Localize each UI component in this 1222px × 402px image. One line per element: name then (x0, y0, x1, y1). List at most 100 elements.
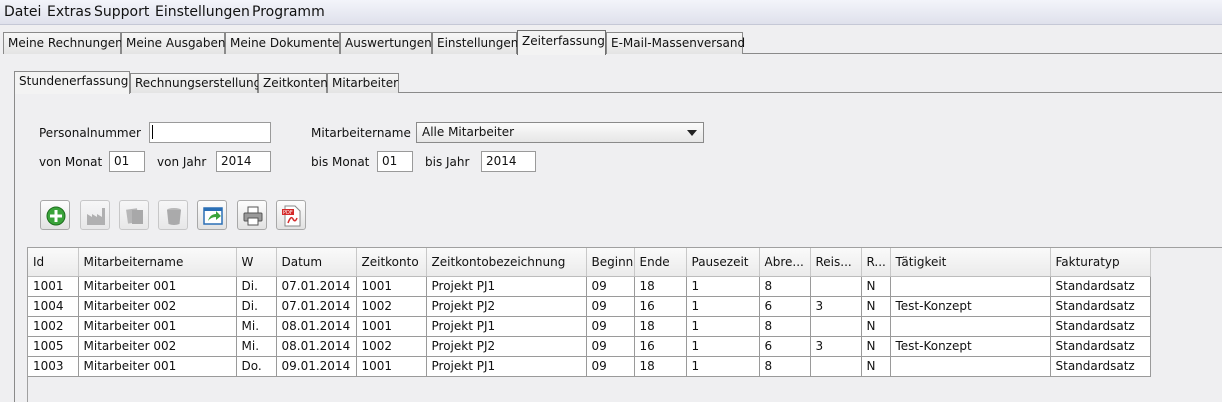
von-jahr-input[interactable]: 2014 (216, 151, 271, 172)
table-cell (890, 356, 1051, 377)
table-cell: Mi. (236, 336, 277, 357)
column-header[interactable]: Pausezeit (686, 248, 760, 277)
table-cell: Di. (236, 296, 277, 317)
column-header[interactable]: Zeitkontobezeichnung (426, 248, 587, 277)
table-cell: 18 (634, 316, 687, 337)
trash-icon (167, 208, 181, 225)
column-header[interactable]: Tätigkeit (890, 248, 1051, 277)
table-cell: 1002 (356, 336, 427, 357)
table-cell: 1 (686, 316, 760, 337)
table-cell: Standardsatz (1050, 276, 1151, 297)
column-header[interactable]: Datum (276, 248, 357, 277)
print-icon (243, 206, 263, 226)
tab-auswertungen[interactable]: Auswertungen (340, 32, 432, 54)
table-cell: 6 (759, 296, 811, 317)
table-cell: 1 (686, 296, 760, 317)
table-cell: Mi. (236, 316, 277, 337)
column-header[interactable]: Id (28, 248, 79, 277)
table-cell: 1003 (28, 356, 79, 377)
add-button[interactable] (40, 200, 70, 230)
table-row[interactable]: 1002 Mitarbeiter 001 Mi. 08.01.2014 1001 Proj… (28, 316, 1151, 337)
table-cell: Projekt PJ1 (426, 356, 587, 377)
subtab-zeitkonten[interactable]: Zeitkonten (258, 73, 328, 93)
personalnummer-input[interactable] (149, 122, 271, 143)
table-cell: 6 (759, 336, 811, 357)
print-button[interactable] (237, 200, 267, 230)
bis-monat-label: bis Monat (311, 155, 370, 169)
column-header[interactable]: R... (861, 248, 891, 277)
table-cell: 1001 (356, 276, 427, 297)
table-cell: Standardsatz (1050, 356, 1151, 377)
subtab-rechnungserstellung[interactable]: Rechnungserstellung (130, 73, 261, 93)
table-cell: 18 (634, 276, 687, 297)
column-header[interactable]: Fakturatyp (1050, 248, 1151, 277)
bis-monat-input[interactable]: 01 (377, 151, 413, 172)
table-row[interactable]: 1003 Mitarbeiter 001 Do. 09.01.2014 1001 Proj… (28, 356, 1151, 377)
tab-meine-dokumente[interactable]: Meine Dokumente (225, 32, 340, 54)
table-cell: 09 (586, 356, 635, 377)
table-cell: 1002 (356, 296, 427, 317)
factory-button[interactable] (80, 200, 110, 230)
menu-bar: Datei Extras Support Einstellungen Progr… (0, 0, 1222, 25)
export-button[interactable] (197, 200, 227, 230)
table-cell: 07.01.2014 (276, 296, 357, 317)
mitarbeitername-select[interactable]: Alle Mitarbeiter (416, 122, 704, 143)
factory-icon (87, 208, 105, 225)
personalnummer-label: Personalnummer (39, 126, 141, 140)
table-cell: 1005 (28, 336, 79, 357)
export-icon (203, 207, 223, 225)
table-cell: Mitarbeiter 002 (78, 296, 237, 317)
table-cell (890, 316, 1051, 337)
table-cell: 1001 (356, 316, 427, 337)
column-header[interactable]: Ende (634, 248, 687, 277)
table-cell: Projekt PJ1 (426, 276, 587, 297)
table-row[interactable]: 1001 Mitarbeiter 001 Di. 07.01.2014 1001 Proj… (28, 276, 1151, 297)
copy-button[interactable] (119, 200, 149, 230)
pdf-button[interactable]: PDF (276, 200, 306, 230)
table-cell: 09 (586, 316, 635, 337)
table-row[interactable]: 1005 Mitarbeiter 002 Mi. 08.01.2014 1002 Proj… (28, 336, 1151, 357)
table-cell: 3 (810, 336, 862, 357)
column-header[interactable]: Mitarbeitername (78, 248, 237, 277)
mitarbeitername-label: Mitarbeitername (311, 126, 411, 140)
table-cell: Mitarbeiter 001 (78, 356, 237, 377)
column-header[interactable]: Reis... (810, 248, 862, 277)
table-cell: 1004 (28, 296, 79, 317)
table-header-row: Id Mitarbeitername W Datum Zeitkonto Zeitkont… (28, 248, 1151, 277)
table-cell: 8 (759, 276, 811, 297)
table-cell (810, 356, 862, 377)
von-monat-input[interactable]: 01 (109, 151, 145, 172)
tab-meine-ausgaben[interactable]: Meine Ausgaben (121, 32, 226, 54)
zeiterfassung-table-container: Id Mitarbeitername W Datum Zeitkonto Zeitkont… (27, 247, 1222, 402)
table-cell: Standardsatz (1050, 316, 1151, 337)
table-cell (810, 316, 862, 337)
tab-zeiterfassung[interactable]: Zeiterfassung (517, 30, 606, 55)
delete-button[interactable] (158, 200, 188, 230)
table-cell (810, 276, 862, 297)
tab-email-massenversand[interactable]: E-Mail-Massenversand (606, 32, 745, 54)
table-cell: 1 (686, 356, 760, 377)
menu-datei[interactable]: Datei (4, 4, 41, 20)
bis-jahr-input[interactable]: 2014 (481, 151, 536, 172)
menu-programm[interactable]: Programm (252, 4, 325, 20)
copy-icon (126, 208, 143, 224)
chevron-down-icon (687, 130, 697, 136)
von-jahr-label: von Jahr (157, 155, 207, 169)
tab-einstellungen[interactable]: Einstellungen (432, 32, 518, 54)
table-row[interactable]: 1004 Mitarbeiter 002 Di. 07.01.2014 1002 Proj… (28, 296, 1151, 317)
column-header[interactable]: Abre... (759, 248, 811, 277)
tab-meine-rechnungen[interactable]: Meine Rechnungen (3, 32, 123, 54)
subtab-stundenerfassung[interactable]: Stundenerfassung (14, 71, 130, 94)
table-cell: N (861, 336, 891, 357)
menu-support[interactable]: Support (94, 4, 149, 20)
column-header[interactable]: W (236, 248, 277, 277)
subtab-mitarbeiter[interactable]: Mitarbeiter (327, 73, 399, 93)
menu-extras[interactable]: Extras (47, 4, 91, 20)
column-header[interactable]: Zeitkonto (356, 248, 427, 277)
table-cell: 1001 (356, 356, 427, 377)
table-cell: 8 (759, 316, 811, 337)
table-cell: Projekt PJ2 (426, 296, 587, 317)
table-cell: 16 (634, 296, 687, 317)
menu-einstellungen[interactable]: Einstellungen (155, 4, 250, 20)
column-header[interactable]: Beginn (586, 248, 635, 277)
